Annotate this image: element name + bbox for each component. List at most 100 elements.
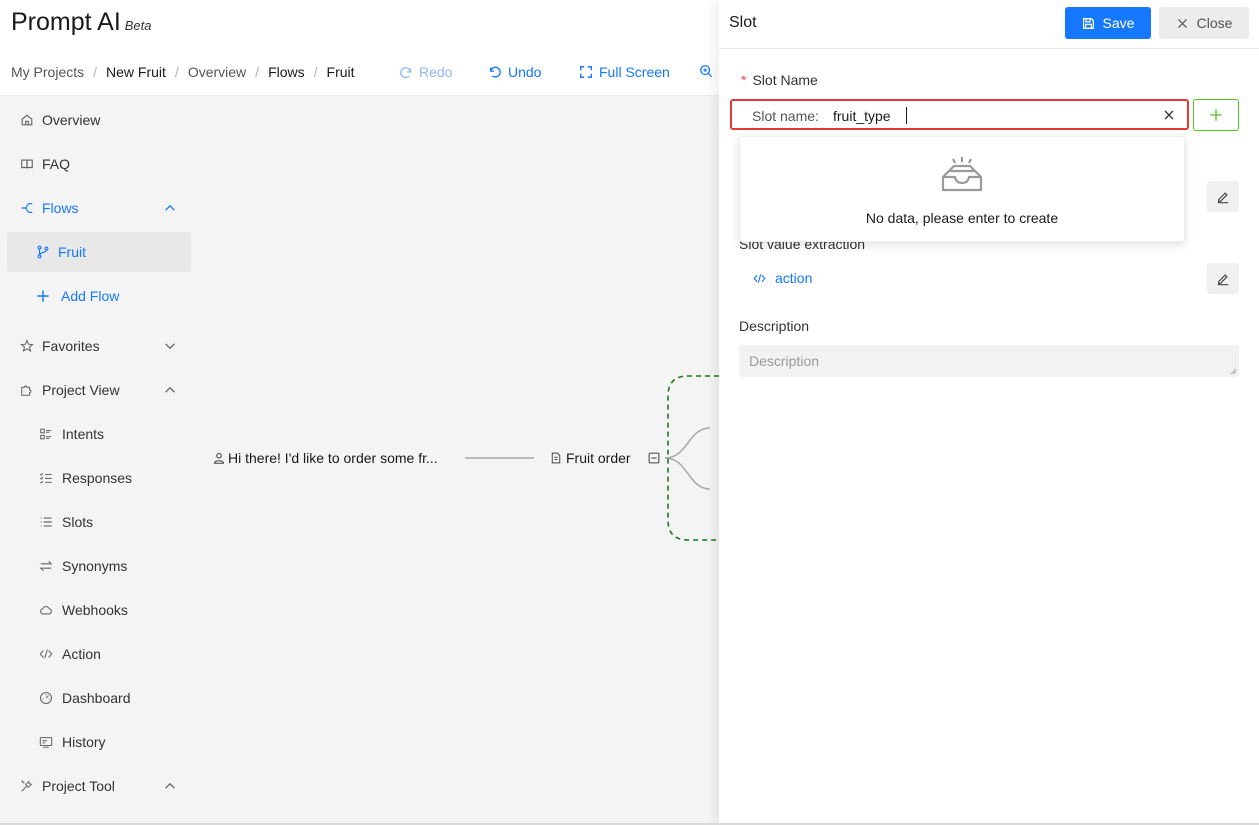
edit-icon	[1217, 191, 1229, 203]
save-button[interactable]: Save	[1065, 7, 1151, 39]
plus-icon	[1210, 109, 1222, 121]
undo-icon	[489, 66, 501, 78]
zoom-in-button[interactable]	[699, 64, 713, 78]
list-icon	[39, 515, 53, 529]
branch-icon	[36, 245, 50, 259]
close-label: Close	[1196, 15, 1233, 31]
beta-badge: Beta	[124, 18, 152, 33]
app-area: Prompt AI Beta My Projects / New Fruit / …	[0, 0, 719, 825]
code-icon	[753, 273, 766, 283]
sidebar-item-label: Action	[62, 646, 101, 662]
slot-name-input[interactable]: Slot name: fruit_type	[730, 99, 1189, 130]
fullscreen-button[interactable]: Full Screen	[579, 64, 670, 80]
tools-icon	[20, 779, 34, 793]
puzzle-icon	[20, 383, 34, 397]
edit-button[interactable]	[1207, 181, 1239, 212]
edit-extraction-button[interactable]	[1207, 263, 1239, 294]
flow-canvas[interactable]: Hi there! I'd like to order some fr... F…	[198, 97, 719, 825]
description-textarea[interactable]: Description	[739, 345, 1239, 377]
sidebar-item-action[interactable]: Action	[7, 634, 191, 674]
breadcrumb-my-projects[interactable]: My Projects	[11, 64, 84, 80]
sidebar-item-fruit[interactable]: Fruit	[7, 232, 191, 272]
user-icon	[213, 452, 225, 464]
collapse-icon[interactable]	[648, 452, 660, 464]
sidebar-item-synonyms[interactable]: Synonyms	[7, 546, 191, 586]
sidebar-item-label: Flows	[42, 200, 79, 216]
redo-icon	[400, 67, 412, 79]
user-message-node[interactable]: Hi there! I'd like to order some fr...	[228, 450, 438, 466]
book-icon	[20, 157, 34, 171]
chevron-up-icon[interactable]	[163, 383, 177, 397]
intents-icon	[39, 427, 53, 441]
resize-handle-icon[interactable]	[1230, 368, 1237, 375]
sidebar-item-dashboard[interactable]: Dashboard	[7, 678, 191, 718]
sidebar-item-favorites[interactable]: Favorites	[7, 326, 191, 366]
add-flow-button[interactable]: Add Flow	[7, 276, 191, 316]
breadcrumb-overview[interactable]: Overview	[188, 64, 246, 80]
chevron-up-icon[interactable]	[163, 201, 177, 215]
redo-button[interactable]: Redo	[399, 64, 452, 80]
breadcrumb-flows[interactable]: Flows	[268, 64, 305, 80]
flow-icon	[20, 201, 34, 215]
history-icon	[39, 735, 53, 749]
sidebar-item-faq[interactable]: FAQ	[7, 144, 191, 184]
slot-name-label-text: Slot Name	[752, 72, 818, 88]
text-caret	[906, 107, 907, 124]
fullscreen-label: Full Screen	[599, 64, 670, 80]
action-link[interactable]: action	[753, 270, 812, 286]
undo-label: Undo	[508, 64, 542, 80]
sidebar-item-label: Project Tool	[42, 778, 115, 794]
slot-name-label: * Slot Name	[741, 72, 818, 88]
breadcrumb-separator: /	[255, 64, 260, 80]
flow-node-fruit-order[interactable]: Fruit order	[566, 450, 631, 466]
breadcrumb-separator: /	[93, 64, 98, 80]
add-slot-button[interactable]	[1193, 99, 1239, 131]
description-label: Description	[739, 318, 810, 334]
add-flow-label: Add Flow	[61, 288, 120, 304]
sidebar-item-label: FAQ	[42, 156, 71, 172]
empty-state-text: No data, please enter to create	[865, 210, 1059, 226]
cloud-icon	[39, 603, 53, 617]
empty-inbox-icon	[941, 157, 983, 192]
sidebar-item-overview[interactable]: Overview	[7, 100, 191, 140]
breadcrumb-separator: /	[313, 64, 318, 80]
slot-name-prefix: Slot name:	[752, 108, 819, 124]
sidebar-item-label: Project View	[42, 382, 120, 398]
plus-icon	[36, 289, 50, 303]
undo-button[interactable]: Undo	[488, 64, 541, 80]
chevron-up-icon[interactable]	[163, 779, 177, 793]
sidebar-item-history[interactable]: History	[7, 722, 191, 762]
sidebar-item-label: History	[62, 734, 106, 750]
sidebar-item-slots[interactable]: Slots	[7, 502, 191, 542]
checklist-icon	[39, 471, 53, 485]
clear-icon[interactable]	[1164, 110, 1174, 120]
sidebar-item-label: Favorites	[42, 338, 100, 354]
sidebar-item-project-tool[interactable]: Project Tool	[7, 766, 191, 806]
sidebar-item-label: Webhooks	[62, 602, 128, 618]
sidebar-item-project-view[interactable]: Project View	[7, 370, 191, 410]
home-icon	[20, 113, 34, 127]
required-marker: *	[741, 72, 747, 88]
sidebar-item-label: Overview	[42, 112, 101, 128]
slot-name-value: fruit_type	[833, 108, 891, 124]
close-button[interactable]: Close	[1159, 7, 1249, 39]
sidebar-item-flows[interactable]: Flows	[7, 188, 191, 228]
breadcrumb-new-fruit[interactable]: New Fruit	[106, 64, 166, 80]
sidebar-item-label: Slots	[62, 514, 94, 530]
sidebar-item-webhooks[interactable]: Webhooks	[7, 590, 191, 630]
sub-toolbar: My Projects / New Fruit / Overview / Flo…	[0, 48, 719, 96]
sidebar-item-intents[interactable]: Intents	[7, 414, 191, 454]
zoom-in-icon	[700, 65, 713, 78]
sidebar-item-label: Synonyms	[62, 558, 128, 574]
brand-logo[interactable]: Prompt AI Beta	[11, 8, 152, 37]
sidebar-item-responses[interactable]: Responses	[7, 458, 191, 498]
fullscreen-icon	[580, 66, 592, 78]
slot-drawer: Slot Save Close * Slot Name Slot name: fr…	[719, 0, 1259, 825]
sidebar-item-label: Intents	[62, 426, 105, 442]
edit-icon	[1217, 273, 1229, 285]
sidebar-item-label: Dashboard	[62, 690, 131, 706]
close-icon	[1177, 18, 1187, 28]
chevron-down-icon[interactable]	[163, 339, 177, 353]
save-label: Save	[1102, 15, 1135, 31]
description-placeholder: Description	[749, 353, 820, 369]
